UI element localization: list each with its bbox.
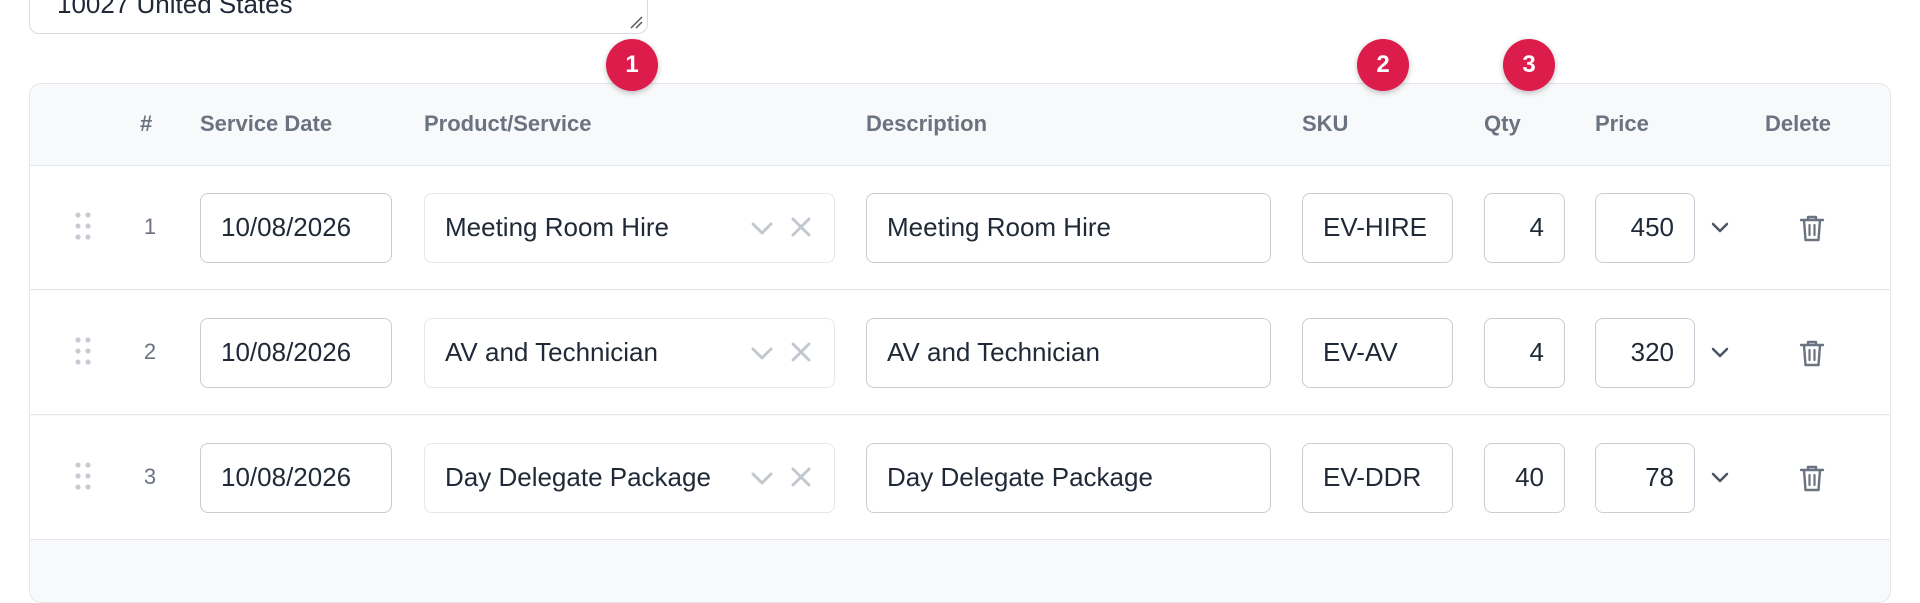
table-row: 1 10/08/2026 Meeting Room Hire Meeting R…: [30, 166, 1890, 290]
address-text: 10027 United States: [57, 0, 293, 19]
description-input[interactable]: Meeting Room Hire: [866, 193, 1271, 263]
header-number: #: [140, 111, 153, 136]
chevron-down-icon[interactable]: [750, 217, 774, 239]
step-badge: 3: [1503, 39, 1555, 91]
clear-x-icon[interactable]: [790, 216, 812, 238]
step-badge: 2: [1357, 39, 1409, 91]
description-input[interactable]: Day Delegate Package: [866, 443, 1271, 513]
address-textarea[interactable]: 10027 United States: [29, 0, 648, 34]
header-service-date: Service Date: [200, 111, 333, 136]
header-price: Price: [1595, 111, 1649, 136]
resize-grip-icon[interactable]: [629, 15, 643, 29]
service-date-input[interactable]: 10/08/2026: [200, 443, 392, 513]
chevron-down-icon[interactable]: [750, 342, 774, 364]
sku-input[interactable]: EV-AV: [1302, 318, 1453, 388]
qty-input[interactable]: 4: [1484, 318, 1565, 388]
drag-handle-icon[interactable]: [74, 461, 92, 491]
header-sku: SKU: [1302, 111, 1349, 136]
clear-x-icon[interactable]: [790, 466, 812, 488]
drag-handle-icon[interactable]: [74, 336, 92, 366]
trash-icon[interactable]: [1796, 462, 1828, 494]
line-items-table: # Service Date Product/Service Descripti…: [29, 83, 1891, 603]
header-description: Description: [866, 111, 988, 136]
qty-input[interactable]: 40: [1484, 443, 1565, 513]
price-input[interactable]: 78: [1595, 443, 1695, 513]
table-row: 3 10/08/2026 Day Delegate Package Day De…: [30, 416, 1890, 540]
clear-x-icon[interactable]: [790, 341, 812, 363]
sku-input[interactable]: EV-HIRE: [1302, 193, 1453, 263]
header-product-service: Product/Service: [424, 111, 592, 136]
row-number: 3: [143, 464, 157, 489]
table-row: 2 10/08/2026 AV and Technician AV and Te…: [30, 291, 1890, 415]
step-badge: 1: [606, 39, 658, 91]
trash-icon[interactable]: [1796, 212, 1828, 244]
price-input[interactable]: 450: [1595, 193, 1695, 263]
header-delete: Delete: [1765, 111, 1832, 136]
service-date-input[interactable]: 10/08/2026: [200, 193, 392, 263]
table-header: # Service Date Product/Service Descripti…: [30, 84, 1890, 166]
drag-handle-icon[interactable]: [74, 211, 92, 241]
sku-input[interactable]: EV-DDR: [1302, 443, 1453, 513]
header-qty: Qty: [1484, 111, 1521, 136]
trash-icon[interactable]: [1796, 337, 1828, 369]
chevron-down-icon[interactable]: [1709, 343, 1731, 363]
row-number: 1: [143, 214, 157, 239]
row-number: 2: [143, 339, 157, 364]
description-input[interactable]: AV and Technician: [866, 318, 1271, 388]
price-input[interactable]: 320: [1595, 318, 1695, 388]
chevron-down-icon[interactable]: [1709, 468, 1731, 488]
service-date-input[interactable]: 10/08/2026: [200, 318, 392, 388]
qty-input[interactable]: 4: [1484, 193, 1565, 263]
chevron-down-icon[interactable]: [750, 467, 774, 489]
chevron-down-icon[interactable]: [1709, 218, 1731, 238]
